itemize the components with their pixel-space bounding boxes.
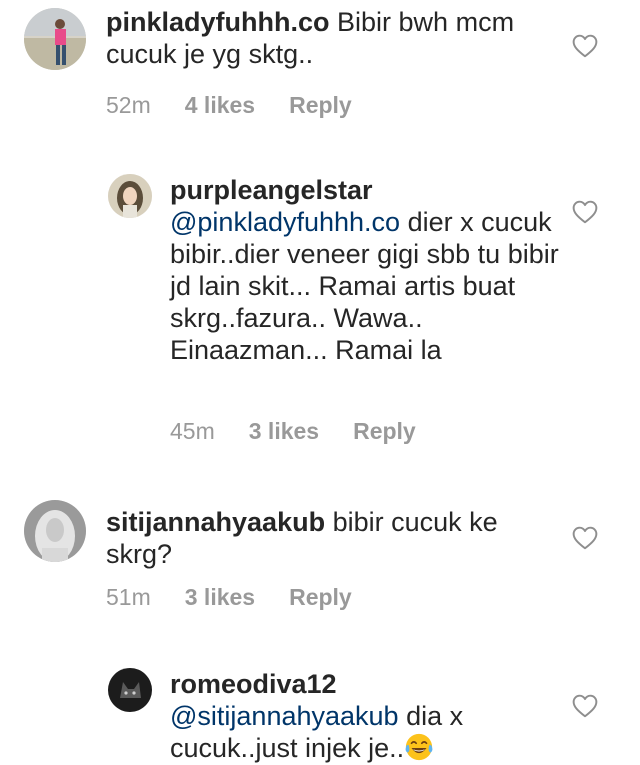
comment-username[interactable]: purpleangelstar <box>170 175 373 205</box>
heart-outline-icon <box>572 34 598 58</box>
reply-button[interactable]: Reply <box>289 92 352 119</box>
like-button[interactable] <box>572 34 598 58</box>
comment-username[interactable]: pinkladyfuhhh.co <box>106 7 330 37</box>
like-button[interactable] <box>572 200 598 224</box>
avatar-photo-icon <box>108 668 152 712</box>
comment-text: purpleangelstar @pinkladyfuhhh.co dier x… <box>170 174 560 366</box>
comment-text: romeodiva12 @sitijannahyaakub dia x cucu… <box>170 668 560 764</box>
avatar[interactable] <box>24 500 86 562</box>
comment-time: 51m <box>106 584 151 610</box>
reply-button[interactable]: Reply <box>289 584 352 611</box>
reply-button[interactable]: Reply <box>353 418 416 445</box>
comment-text: pinkladyfuhhh.co Bibir bwh mcm cucuk je … <box>106 6 560 70</box>
avatar[interactable] <box>24 8 86 70</box>
heart-outline-icon <box>572 526 598 550</box>
mention-link[interactable]: @sitijannahyaakub <box>170 701 399 731</box>
avatar[interactable] <box>108 668 152 712</box>
comment-meta: 52m 4 likes Reply <box>106 92 352 119</box>
comment-time: 52m <box>106 92 151 118</box>
avatar-photo-icon <box>24 8 86 70</box>
comment-username[interactable]: romeodiva12 <box>170 669 337 699</box>
avatar-photo-icon <box>24 500 86 562</box>
comment-meta: 45m 3 likes Reply <box>170 418 416 445</box>
like-button[interactable] <box>572 526 598 550</box>
mention-link[interactable]: @pinkladyfuhhh.co <box>170 207 400 237</box>
comment-time: 45m <box>170 418 215 444</box>
likes-count[interactable]: 3 likes <box>185 584 255 611</box>
heart-outline-icon <box>572 694 598 718</box>
likes-count[interactable]: 4 likes <box>185 92 255 119</box>
like-button[interactable] <box>572 694 598 718</box>
comment-meta: 51m 3 likes Reply <box>106 584 352 611</box>
tears-of-joy-emoji-icon <box>405 733 433 761</box>
heart-outline-icon <box>572 200 598 224</box>
comment-username[interactable]: sitijannahyaakub <box>106 507 325 537</box>
avatar[interactable] <box>108 174 152 218</box>
likes-count[interactable]: 3 likes <box>249 418 319 445</box>
avatar-photo-icon <box>108 174 152 218</box>
comment-text: sitijannahyaakub bibir cucuk ke skrg? <box>106 506 560 570</box>
